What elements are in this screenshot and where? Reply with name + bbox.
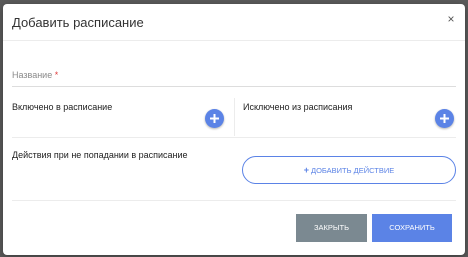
excluded-label: Исключено из расписания <box>243 102 353 112</box>
close-button[interactable]: ЗАКРЫТЬ <box>296 214 367 242</box>
name-input[interactable] <box>12 68 456 86</box>
add-action-label: ДОБАВИТЬ ДЕЙСТВИЕ <box>310 166 395 175</box>
plus-icon <box>440 114 449 123</box>
plus-icon <box>210 114 219 123</box>
add-excluded-button[interactable] <box>435 109 454 128</box>
footer-divider <box>12 200 456 201</box>
plus-icon: + <box>303 165 309 175</box>
dialog-header: Добавить расписание × <box>3 4 465 41</box>
add-included-button[interactable] <box>205 109 224 128</box>
included-label: Включено в расписание <box>12 102 113 112</box>
column-divider <box>234 98 235 136</box>
dialog-title: Добавить расписание <box>12 15 144 30</box>
add-action-button[interactable]: + ДОБАВИТЬ ДЕЙСТВИЕ <box>242 156 456 184</box>
close-icon[interactable]: × <box>445 13 457 25</box>
add-schedule-dialog: Добавить расписание × Название * Включен… <box>3 4 465 255</box>
section-divider <box>12 137 456 138</box>
actions-label: Действия при не попадании в расписание <box>12 150 188 160</box>
name-field[interactable]: Название * <box>12 68 456 87</box>
save-button[interactable]: СОХРАНИТЬ <box>372 214 452 242</box>
